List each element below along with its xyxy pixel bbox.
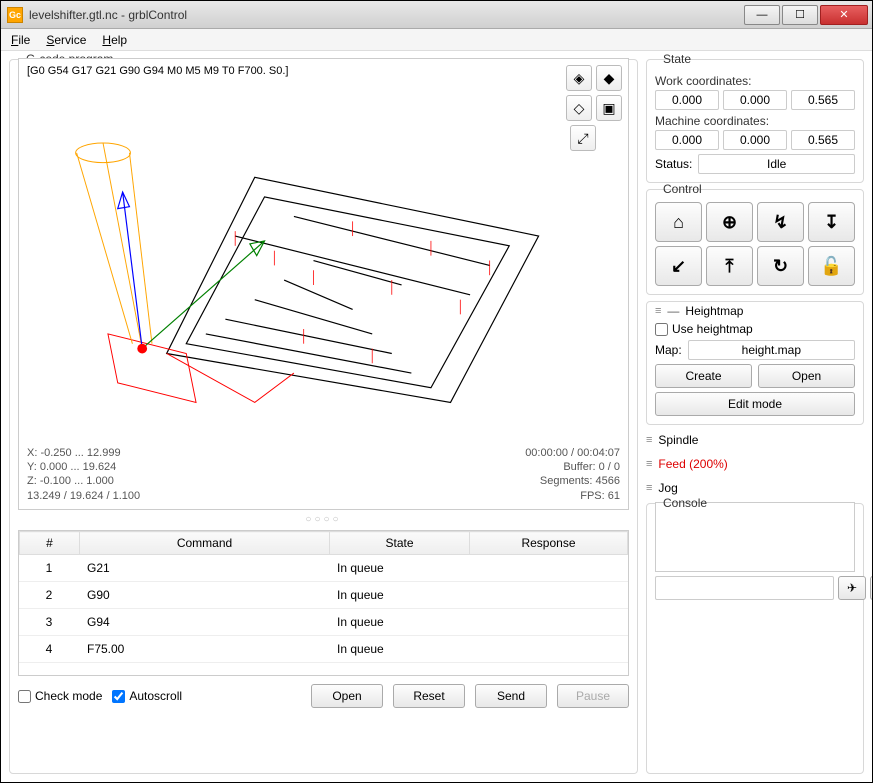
toolpath-preview (59, 99, 568, 432)
pause-button[interactable]: Pause (557, 684, 629, 708)
console-output[interactable] (655, 502, 855, 572)
app-icon: Gc (7, 7, 23, 23)
map-file-input[interactable]: height.map (688, 340, 855, 360)
view-iso-light-icon[interactable]: ◈ (566, 65, 592, 91)
machine-y: 0.000 (723, 130, 787, 150)
viewport-stats-bl: X: -0.250 ... 12.999 Y: 0.000 ... 19.624… (27, 446, 140, 503)
reset-button[interactable]: Reset (393, 684, 465, 708)
col-command[interactable]: Command (80, 532, 330, 555)
splitter-handle[interactable]: ○○○○ (18, 514, 629, 526)
console-clear-button[interactable]: ⌫ (870, 576, 872, 600)
heightmap-create-button[interactable]: Create (655, 364, 752, 388)
feed-section[interactable]: Feed (200%) (646, 457, 864, 471)
table-row[interactable]: 2G90In queue (19, 582, 628, 609)
col-num[interactable]: # (20, 532, 80, 555)
viewport-stats-br: 00:00:00 / 00:04:07 Buffer: 0 / 0 Segmen… (525, 446, 620, 503)
work-z: 0.565 (791, 90, 855, 110)
table-row[interactable]: 3G94In queue (19, 609, 628, 636)
col-response[interactable]: Response (470, 532, 628, 555)
console-input[interactable] (655, 576, 834, 600)
machine-coords-label: Machine coordinates: (655, 114, 855, 128)
menu-service[interactable]: Service (46, 33, 86, 47)
gcode-viewport[interactable]: [G0 G54 G17 G21 G90 G94 M0 M5 M9 T0 F700… (18, 58, 629, 510)
status-value: Idle (698, 154, 855, 174)
titlebar[interactable]: Gc levelshifter.gtl.nc - grblControl (1, 1, 872, 29)
window-title: levelshifter.gtl.nc - grblControl (29, 8, 744, 22)
restore-origin-button[interactable]: ↙ (655, 246, 702, 286)
minimize-button[interactable] (744, 5, 780, 25)
machine-z: 0.565 (791, 130, 855, 150)
open-button[interactable]: Open (311, 684, 383, 708)
col-state[interactable]: State (330, 532, 470, 555)
zero-xy-button[interactable]: ↯ (757, 202, 804, 242)
home-button[interactable]: ⌂ (655, 202, 702, 242)
view-fit-icon[interactable]: ⤢ (570, 125, 596, 151)
view-front-icon[interactable]: ▣ (596, 95, 622, 121)
use-heightmap-checkbox[interactable]: Use heightmap (655, 322, 855, 336)
check-mode-checkbox[interactable]: Check mode (18, 689, 102, 703)
reset-grbl-button[interactable]: ↻ (757, 246, 804, 286)
work-y: 0.000 (723, 90, 787, 110)
work-x: 0.000 (655, 90, 719, 110)
zero-z-button[interactable]: ↧ (808, 202, 855, 242)
zero-search-button[interactable]: ⊕ (706, 202, 753, 242)
jog-section[interactable]: Jog (646, 481, 864, 495)
map-label: Map: (655, 343, 682, 357)
table-row[interactable]: 4F75.00In queue (19, 636, 628, 663)
gcode-table[interactable]: # Command State Response 1G21In queue2G9… (18, 530, 629, 676)
heightmap-title[interactable]: Heightmap (685, 304, 743, 318)
close-button[interactable] (820, 5, 868, 25)
heightmap-open-button[interactable]: Open (758, 364, 855, 388)
gcode-header-line: [G0 G54 G17 G21 G90 G94 M0 M5 M9 T0 F700… (27, 65, 288, 77)
view-top-icon[interactable]: ◇ (566, 95, 592, 121)
unlock-button[interactable]: 🔓 (808, 246, 855, 286)
menubar: File Service Help (1, 29, 872, 51)
table-row[interactable]: 1G21In queue (19, 555, 628, 582)
view-iso-dark-icon[interactable]: ◆ (596, 65, 622, 91)
work-coords-label: Work coordinates: (655, 74, 855, 88)
machine-x: 0.000 (655, 130, 719, 150)
console-send-button[interactable]: ✈ (838, 576, 866, 600)
autoscroll-checkbox[interactable]: Autoscroll (112, 689, 182, 703)
send-button[interactable]: Send (475, 684, 547, 708)
menu-help[interactable]: Help (102, 33, 127, 47)
heightmap-edit-button[interactable]: Edit mode (655, 392, 855, 416)
spindle-section[interactable]: Spindle (646, 433, 864, 447)
safe-z-button[interactable]: ⤒ (706, 246, 753, 286)
maximize-button[interactable] (782, 5, 818, 25)
status-label: Status: (655, 157, 692, 171)
menu-file[interactable]: File (11, 33, 30, 47)
